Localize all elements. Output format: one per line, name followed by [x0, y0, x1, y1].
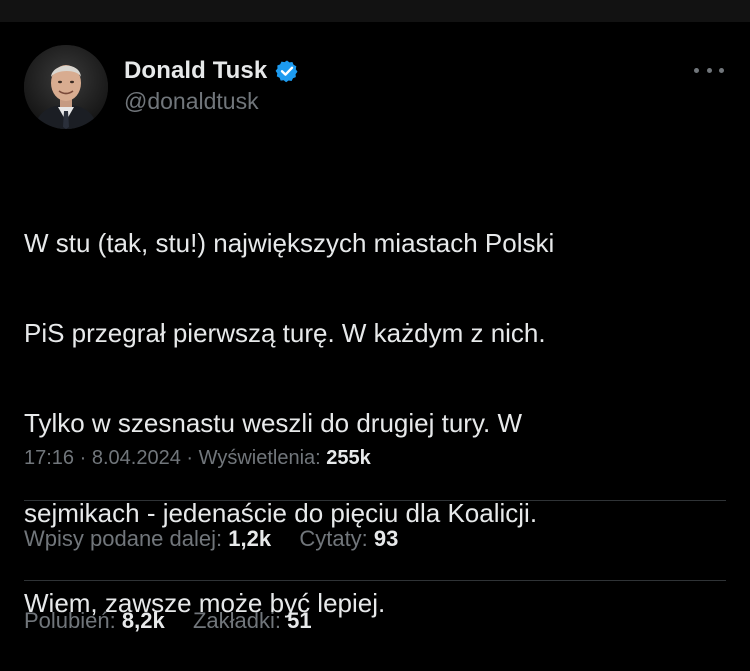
reposts-count: 1,2k	[228, 526, 272, 551]
bookmarks-count: 51	[287, 608, 312, 633]
tweet-text: W stu (tak, stu!) największych miastach …	[24, 176, 724, 671]
bookmarks-label: Zakładki:	[192, 608, 281, 633]
author-name-row[interactable]: Donald Tusk	[124, 54, 299, 88]
tweet-date[interactable]: 8.04.2024	[92, 447, 181, 469]
reposts-stat[interactable]: Wpisy podane dalej: 1,2k	[24, 526, 277, 551]
author-handle[interactable]: @donaldtusk	[124, 88, 259, 115]
tweet-text-line: Tylko w szesnastu weszli do drugiej tury…	[24, 408, 523, 438]
divider	[24, 500, 726, 501]
tweet-text-line: PiS przegrał pierwszą turę. W każdym z n…	[24, 318, 546, 348]
likes-bookmarks-row: Polubień: 8,2k Zakładki: 51	[24, 608, 312, 634]
likes-count: 8,2k	[121, 608, 165, 633]
tweet-time[interactable]: 17:16	[24, 447, 74, 469]
quotes-label: Cytaty:	[299, 526, 368, 551]
reposts-quotes-row: Wpisy podane dalej: 1,2k Cytaty: 93	[24, 526, 398, 552]
status-bar	[0, 0, 750, 22]
divider	[24, 580, 726, 581]
quotes-stat[interactable]: Cytaty: 93	[299, 526, 398, 551]
avatar[interactable]	[24, 45, 108, 129]
bookmarks-stat[interactable]: Zakładki: 51	[193, 608, 312, 633]
views-count: 255k	[326, 447, 371, 469]
meta-separator: ·	[79, 447, 87, 469]
avatar-photo	[24, 45, 108, 129]
more-horizontal-icon[interactable]	[694, 58, 724, 82]
meta-separator: ·	[186, 447, 194, 469]
likes-label: Polubień:	[24, 608, 116, 633]
display-name[interactable]: Donald Tusk	[124, 57, 267, 85]
likes-stat[interactable]: Polubień: 8,2k	[24, 608, 171, 633]
tweet-text-line: W stu (tak, stu!) największych miastach …	[24, 228, 555, 258]
views-label: Wyświetlenia:	[198, 447, 321, 469]
quotes-count: 93	[373, 526, 399, 551]
reposts-label: Wpisy podane dalej:	[24, 526, 223, 551]
tweet-metadata: 17:16 · 8.04.2024 · Wyświetlenia: 255k	[24, 447, 371, 470]
verified-badge-icon[interactable]	[275, 59, 299, 83]
